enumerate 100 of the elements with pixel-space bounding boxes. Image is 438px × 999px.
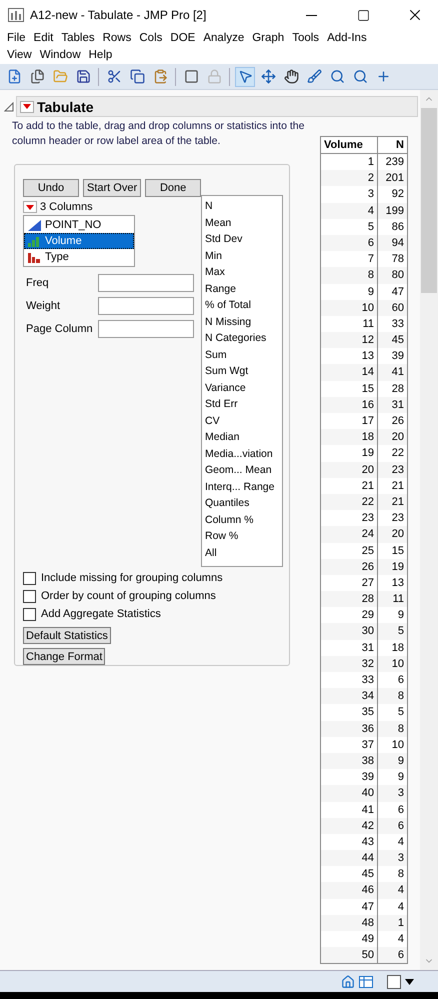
app-icon (8, 8, 24, 22)
color-swatch[interactable] (387, 974, 401, 988)
table-cell: 41 (321, 802, 378, 818)
maximize-icon (356, 8, 370, 22)
menu-item[interactable]: Add-Ins (323, 30, 371, 47)
brush-icon (306, 69, 322, 84)
role-label: Page Column (25, 322, 94, 334)
menu-item[interactable]: Tables (57, 30, 99, 47)
role-field[interactable] (98, 296, 194, 314)
menu-item[interactable]: Help (84, 47, 116, 64)
lock-icon (206, 69, 222, 84)
table-cell: 9 (378, 607, 407, 624)
menu-item[interactable]: DOE (166, 30, 200, 47)
statistic-item[interactable]: Column % (205, 512, 282, 528)
table-cell: 30 (321, 623, 378, 640)
table-cell: 7 (321, 251, 378, 268)
menu-item[interactable]: Window (36, 47, 85, 64)
checkbox[interactable] (23, 608, 36, 620)
minimize-icon (306, 14, 316, 16)
table-cell: 9 (321, 284, 378, 300)
role-field[interactable] (98, 274, 194, 292)
panel-button[interactable]: Undo (23, 179, 79, 197)
statistic-item[interactable]: N Categories (205, 330, 282, 346)
variable-item[interactable]: Type (24, 249, 134, 265)
variable-item[interactable]: Volume (24, 233, 134, 249)
statistic-item[interactable]: Variance (205, 380, 282, 396)
new-file-icon (6, 69, 22, 84)
table-cell: 45 (378, 332, 407, 348)
table-cell: 9 (378, 752, 407, 770)
home-icon[interactable] (341, 974, 355, 988)
statistic-item[interactable]: Std Dev (205, 231, 282, 248)
statistic-item[interactable]: Median (205, 429, 282, 446)
triangle-icon (26, 204, 34, 210)
statistic-item[interactable]: Geom... Mean (205, 462, 282, 478)
table-cell: 8 (378, 720, 407, 737)
table-cell: 45 (321, 866, 378, 882)
table-cell: 3 (378, 850, 407, 866)
variable-item[interactable]: POINT_NO (24, 217, 134, 233)
report-title: Tabulate (37, 98, 94, 114)
statistic-item[interactable]: Mean (205, 214, 282, 231)
table-cell: 16 (321, 396, 378, 413)
panel-button[interactable]: Default Statistics (23, 627, 111, 644)
checkbox[interactable] (23, 590, 36, 602)
statistic-item[interactable]: Min (205, 248, 282, 264)
menu-item[interactable]: Tools (288, 30, 324, 47)
table-cell: 46 (321, 882, 378, 899)
table-cell: 6 (321, 234, 378, 252)
panel-button[interactable]: Start Over (83, 179, 142, 197)
table-cell: 8 (378, 866, 407, 882)
menu-item[interactable]: Cols (135, 30, 166, 47)
statistic-item[interactable]: Quantiles (205, 495, 282, 512)
table-cell: 78 (378, 251, 407, 268)
table-cell: 18 (321, 429, 378, 446)
table-cell: 28 (321, 591, 378, 608)
statistic-item[interactable]: Sum Wgt (205, 363, 282, 380)
menu-item[interactable]: Graph (248, 30, 288, 47)
table-cell: 22 (321, 494, 378, 510)
menu-item[interactable]: File (3, 30, 30, 47)
statistic-item[interactable]: Max (205, 264, 282, 280)
checkbox[interactable] (23, 572, 36, 584)
statistic-item[interactable]: Row % (205, 528, 282, 544)
table-cell: 10 (321, 300, 378, 316)
option-label: Add Aggregate Statistics (41, 608, 161, 620)
table-cell: 5 (378, 623, 407, 640)
statistic-item[interactable]: Sum (205, 346, 282, 363)
paste-icon (152, 69, 168, 84)
statistic-item[interactable]: Media...viation (205, 446, 282, 462)
menu-item[interactable]: Edit (30, 30, 58, 47)
menu-item[interactable]: Rows (98, 30, 136, 47)
arrow-pointer-tool[interactable] (235, 66, 255, 86)
options-menu-button[interactable] (23, 201, 37, 213)
panel-button[interactable]: Done (145, 179, 202, 197)
statistic-item[interactable]: CV (205, 412, 282, 429)
menu-item[interactable]: View (3, 47, 36, 64)
table-cell: 36 (321, 720, 378, 737)
table-cell: 44 (321, 850, 378, 866)
table-cell: 26 (321, 558, 378, 575)
table-cell: 42 (321, 818, 378, 834)
panel-button[interactable]: Change Format (23, 648, 106, 665)
hand-icon (284, 69, 298, 84)
disclosure-icon[interactable] (4, 102, 14, 112)
statistic-item[interactable]: Range (205, 280, 282, 297)
scroll-thumb[interactable] (421, 108, 437, 293)
menu-item[interactable]: Analyze (199, 30, 248, 47)
statistic-item[interactable]: N (205, 198, 282, 214)
options-menu-button[interactable] (20, 100, 34, 112)
scrollbar[interactable] (420, 90, 438, 970)
table-cell: 21 (378, 494, 407, 510)
documents-icon (30, 69, 44, 84)
statistic-item[interactable]: % of Total (205, 297, 282, 314)
role-field[interactable] (98, 320, 194, 338)
dropdown-icon[interactable] (405, 978, 414, 984)
instructions-text: To add to the table, drag and drop columns or statistics into the column header or row label area of the table. (12, 119, 306, 149)
statistic-item[interactable]: Std Err (205, 396, 282, 412)
statistic-item[interactable]: N Missing (205, 314, 282, 330)
statistic-item[interactable]: Interq... Range (205, 478, 282, 495)
table-cell: 94 (378, 234, 407, 252)
table-cell: 31 (321, 640, 378, 656)
statistic-item[interactable]: All (205, 544, 282, 561)
table-icon[interactable] (359, 976, 373, 988)
